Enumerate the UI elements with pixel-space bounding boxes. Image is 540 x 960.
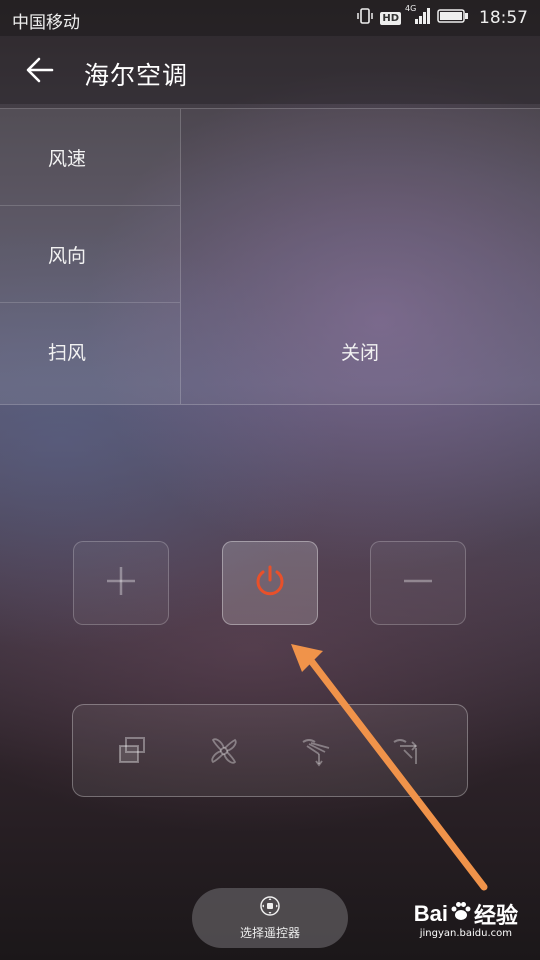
mode-bar [72, 704, 468, 797]
app-bar: 海尔空调 [0, 36, 540, 104]
power-icon [252, 563, 288, 603]
network-type-label: 4G [405, 4, 417, 13]
select-remote-label: 选择遥控器 [239, 926, 300, 940]
fan-icon[interactable] [204, 731, 244, 771]
power-button[interactable] [222, 541, 318, 625]
setting-value-area: 关闭 [180, 109, 540, 404]
setting-item-label: 风速 [48, 147, 87, 170]
carrier-name: 中国移动 [12, 13, 80, 33]
increase-button[interactable] [73, 541, 169, 625]
hd-icon: HD [380, 11, 401, 25]
select-remote-button[interactable]: 选择遥控器 [192, 888, 348, 948]
remote-dpad-icon [259, 895, 281, 921]
watermark-logo: Bai 经验 [414, 898, 518, 930]
watermark-url: jingyan.baidu.com [419, 928, 512, 939]
decrease-button[interactable] [370, 541, 466, 625]
swing-horizontal-icon[interactable] [387, 731, 427, 771]
settings-panel: 风速 风向 扫风 关闭 [0, 108, 540, 405]
signal-icon: 4G [405, 4, 431, 29]
setting-item-label: 扫风 [48, 342, 87, 364]
battery-icon [437, 8, 469, 28]
setting-item-wind-speed[interactable]: 风速 [0, 109, 180, 206]
swing-vertical-icon[interactable] [296, 731, 336, 771]
minus-icon [401, 564, 435, 602]
watermark: Bai 经验 jingyan.baidu.com [378, 898, 518, 948]
settings-list: 风速 风向 扫风 [0, 109, 181, 404]
watermark-brand-right: 经验 [473, 903, 518, 928]
clock: 18:57 [479, 8, 528, 28]
plus-icon [104, 564, 138, 602]
status-bar: 中国移动 HD 4G 18:57 [0, 0, 540, 36]
paw-icon [450, 900, 472, 928]
vibrate-icon [356, 7, 374, 29]
watermark-brand-left: Bai [413, 901, 448, 926]
back-button[interactable] [14, 46, 66, 98]
back-arrow-icon [25, 55, 55, 89]
status-icons: HD 4G 18:57 [356, 4, 528, 30]
setting-item-sweep[interactable]: 扫风 [0, 303, 180, 400]
setting-item-label: 风向 [48, 244, 87, 267]
page-title: 海尔空调 [84, 61, 189, 90]
setting-value: 关闭 [340, 342, 379, 364]
mode-icon[interactable] [113, 731, 153, 771]
setting-item-wind-direction[interactable]: 风向 [0, 206, 180, 303]
